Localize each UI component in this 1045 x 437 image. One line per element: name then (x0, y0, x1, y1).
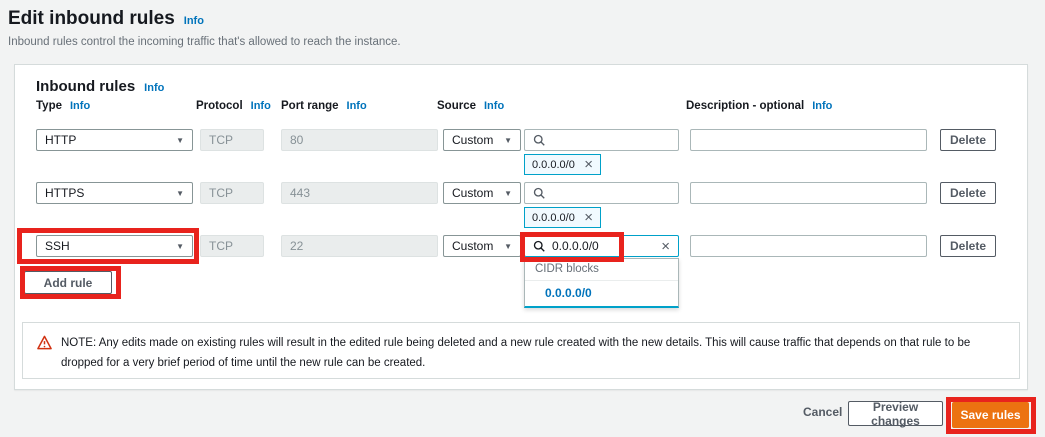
source-mode-select[interactable]: Custom ▼ (443, 182, 521, 204)
delete-button[interactable]: Delete (940, 235, 996, 257)
note-box: NOTE: Any edits made on existing rules w… (22, 322, 1020, 379)
cidr-dropdown: CIDR blocks 0.0.0.0/0 (524, 258, 679, 308)
panel-header: Inbound rules Info (36, 78, 164, 95)
panel-title: Inbound rules (36, 78, 135, 95)
panel-title-info-link[interactable]: Info (144, 82, 164, 94)
column-header-type: Type Info (36, 100, 90, 112)
chevron-down-icon: ▼ (176, 136, 184, 145)
source-search-input[interactable] (524, 182, 679, 204)
chevron-down-icon: ▼ (504, 136, 512, 145)
page-title: Edit inbound rules (8, 8, 175, 30)
column-header-port-range: Port range Info (281, 100, 367, 112)
preview-changes-button[interactable]: Preview changes (848, 401, 943, 426)
chevron-down-icon: ▼ (176, 242, 184, 251)
port-range-field: 80 (281, 129, 438, 151)
search-icon (533, 134, 545, 146)
source-search-input-active[interactable]: 0.0.0.0/0 × (524, 235, 679, 257)
type-select-value: HTTP (45, 133, 76, 147)
port-range-field: 443 (281, 182, 438, 204)
cidr-dropdown-group-label: CIDR blocks (525, 259, 678, 281)
chevron-down-icon: ▼ (504, 242, 512, 251)
type-select-https[interactable]: HTTPS ▼ (36, 182, 193, 204)
column-label: Source (437, 100, 476, 112)
remove-chip-icon[interactable]: × (584, 157, 593, 172)
description-input[interactable] (690, 129, 927, 151)
source-chip-value: 0.0.0.0/0 (532, 212, 575, 224)
cidr-dropdown-option[interactable]: 0.0.0.0/0 (525, 281, 678, 306)
type-select-http[interactable]: HTTP ▼ (36, 129, 193, 151)
column-header-protocol: Protocol Info (196, 100, 271, 112)
source-chip-value: 0.0.0.0/0 (532, 159, 575, 171)
protocol-field: TCP (200, 235, 264, 257)
column-label: Protocol (196, 100, 243, 112)
type-select-ssh[interactable]: SSH ▼ (36, 235, 193, 257)
edit-inbound-rules-page: Edit inbound rules Info Inbound rules co… (0, 0, 1045, 437)
column-label: Port range (281, 100, 339, 112)
source-chip: 0.0.0.0/0 × (524, 154, 601, 175)
column-header-description: Description - optional Info (686, 100, 832, 112)
remove-chip-icon[interactable]: × (584, 210, 593, 225)
source-mode-value: Custom (452, 186, 493, 200)
column-label: Description - optional (686, 100, 804, 112)
clear-search-icon[interactable]: × (661, 239, 670, 254)
protocol-info-link[interactable]: Info (251, 100, 271, 112)
type-select-value: HTTPS (45, 186, 84, 200)
source-search-input[interactable] (524, 129, 679, 151)
protocol-field: TCP (200, 182, 264, 204)
type-info-link[interactable]: Info (70, 100, 90, 112)
description-input[interactable] (690, 182, 927, 204)
page-subtitle: Inbound rules control the incoming traff… (8, 36, 401, 48)
source-mode-value: Custom (452, 239, 493, 253)
source-chip: 0.0.0.0/0 × (524, 207, 601, 228)
column-header-source: Source Info (437, 100, 504, 112)
page-title-info-link[interactable]: Info (184, 15, 204, 27)
source-mode-select[interactable]: Custom ▼ (443, 129, 521, 151)
delete-button[interactable]: Delete (940, 129, 996, 151)
description-input[interactable] (690, 235, 927, 257)
source-info-link[interactable]: Info (484, 100, 504, 112)
port-range-info-link[interactable]: Info (347, 100, 367, 112)
warning-icon (37, 335, 52, 350)
description-info-link[interactable]: Info (812, 100, 832, 112)
search-icon (533, 240, 545, 252)
page-header: Edit inbound rules Info (8, 8, 204, 30)
cancel-button[interactable]: Cancel (803, 405, 842, 419)
chevron-down-icon: ▼ (176, 189, 184, 198)
protocol-field: TCP (200, 129, 264, 151)
port-range-field: 22 (281, 235, 438, 257)
search-icon (533, 187, 545, 199)
delete-button[interactable]: Delete (940, 182, 996, 204)
source-mode-value: Custom (452, 133, 493, 147)
save-rules-button[interactable]: Save rules (952, 402, 1029, 428)
type-select-value: SSH (45, 239, 70, 253)
add-rule-button[interactable]: Add rule (24, 271, 112, 294)
column-label: Type (36, 100, 62, 112)
chevron-down-icon: ▼ (504, 189, 512, 198)
source-search-value: 0.0.0.0/0 (552, 239, 599, 253)
note-text: NOTE: Any edits made on existing rules w… (61, 333, 999, 373)
source-mode-select[interactable]: Custom ▼ (443, 235, 521, 257)
